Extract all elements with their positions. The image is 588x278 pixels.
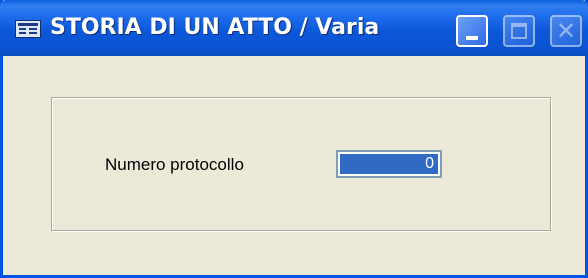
maximize-icon: [511, 23, 527, 39]
protocol-number-input[interactable]: 0: [336, 150, 442, 178]
window-title: STORIA DI UN ATTO / Varia: [50, 15, 380, 40]
close-button[interactable]: ✕: [550, 15, 582, 47]
minimize-button[interactable]: [456, 15, 488, 47]
maximize-button[interactable]: [503, 15, 535, 47]
title-bar[interactable]: STORIA DI UN ATTO / Varia ✕: [0, 0, 588, 56]
protocol-number-label: Numero protocollo: [105, 155, 244, 174]
minimize-icon: [466, 36, 478, 40]
close-icon: ✕: [555, 17, 577, 45]
protocol-number-value: 0: [340, 154, 438, 174]
window-form-icon[interactable]: [15, 20, 41, 38]
